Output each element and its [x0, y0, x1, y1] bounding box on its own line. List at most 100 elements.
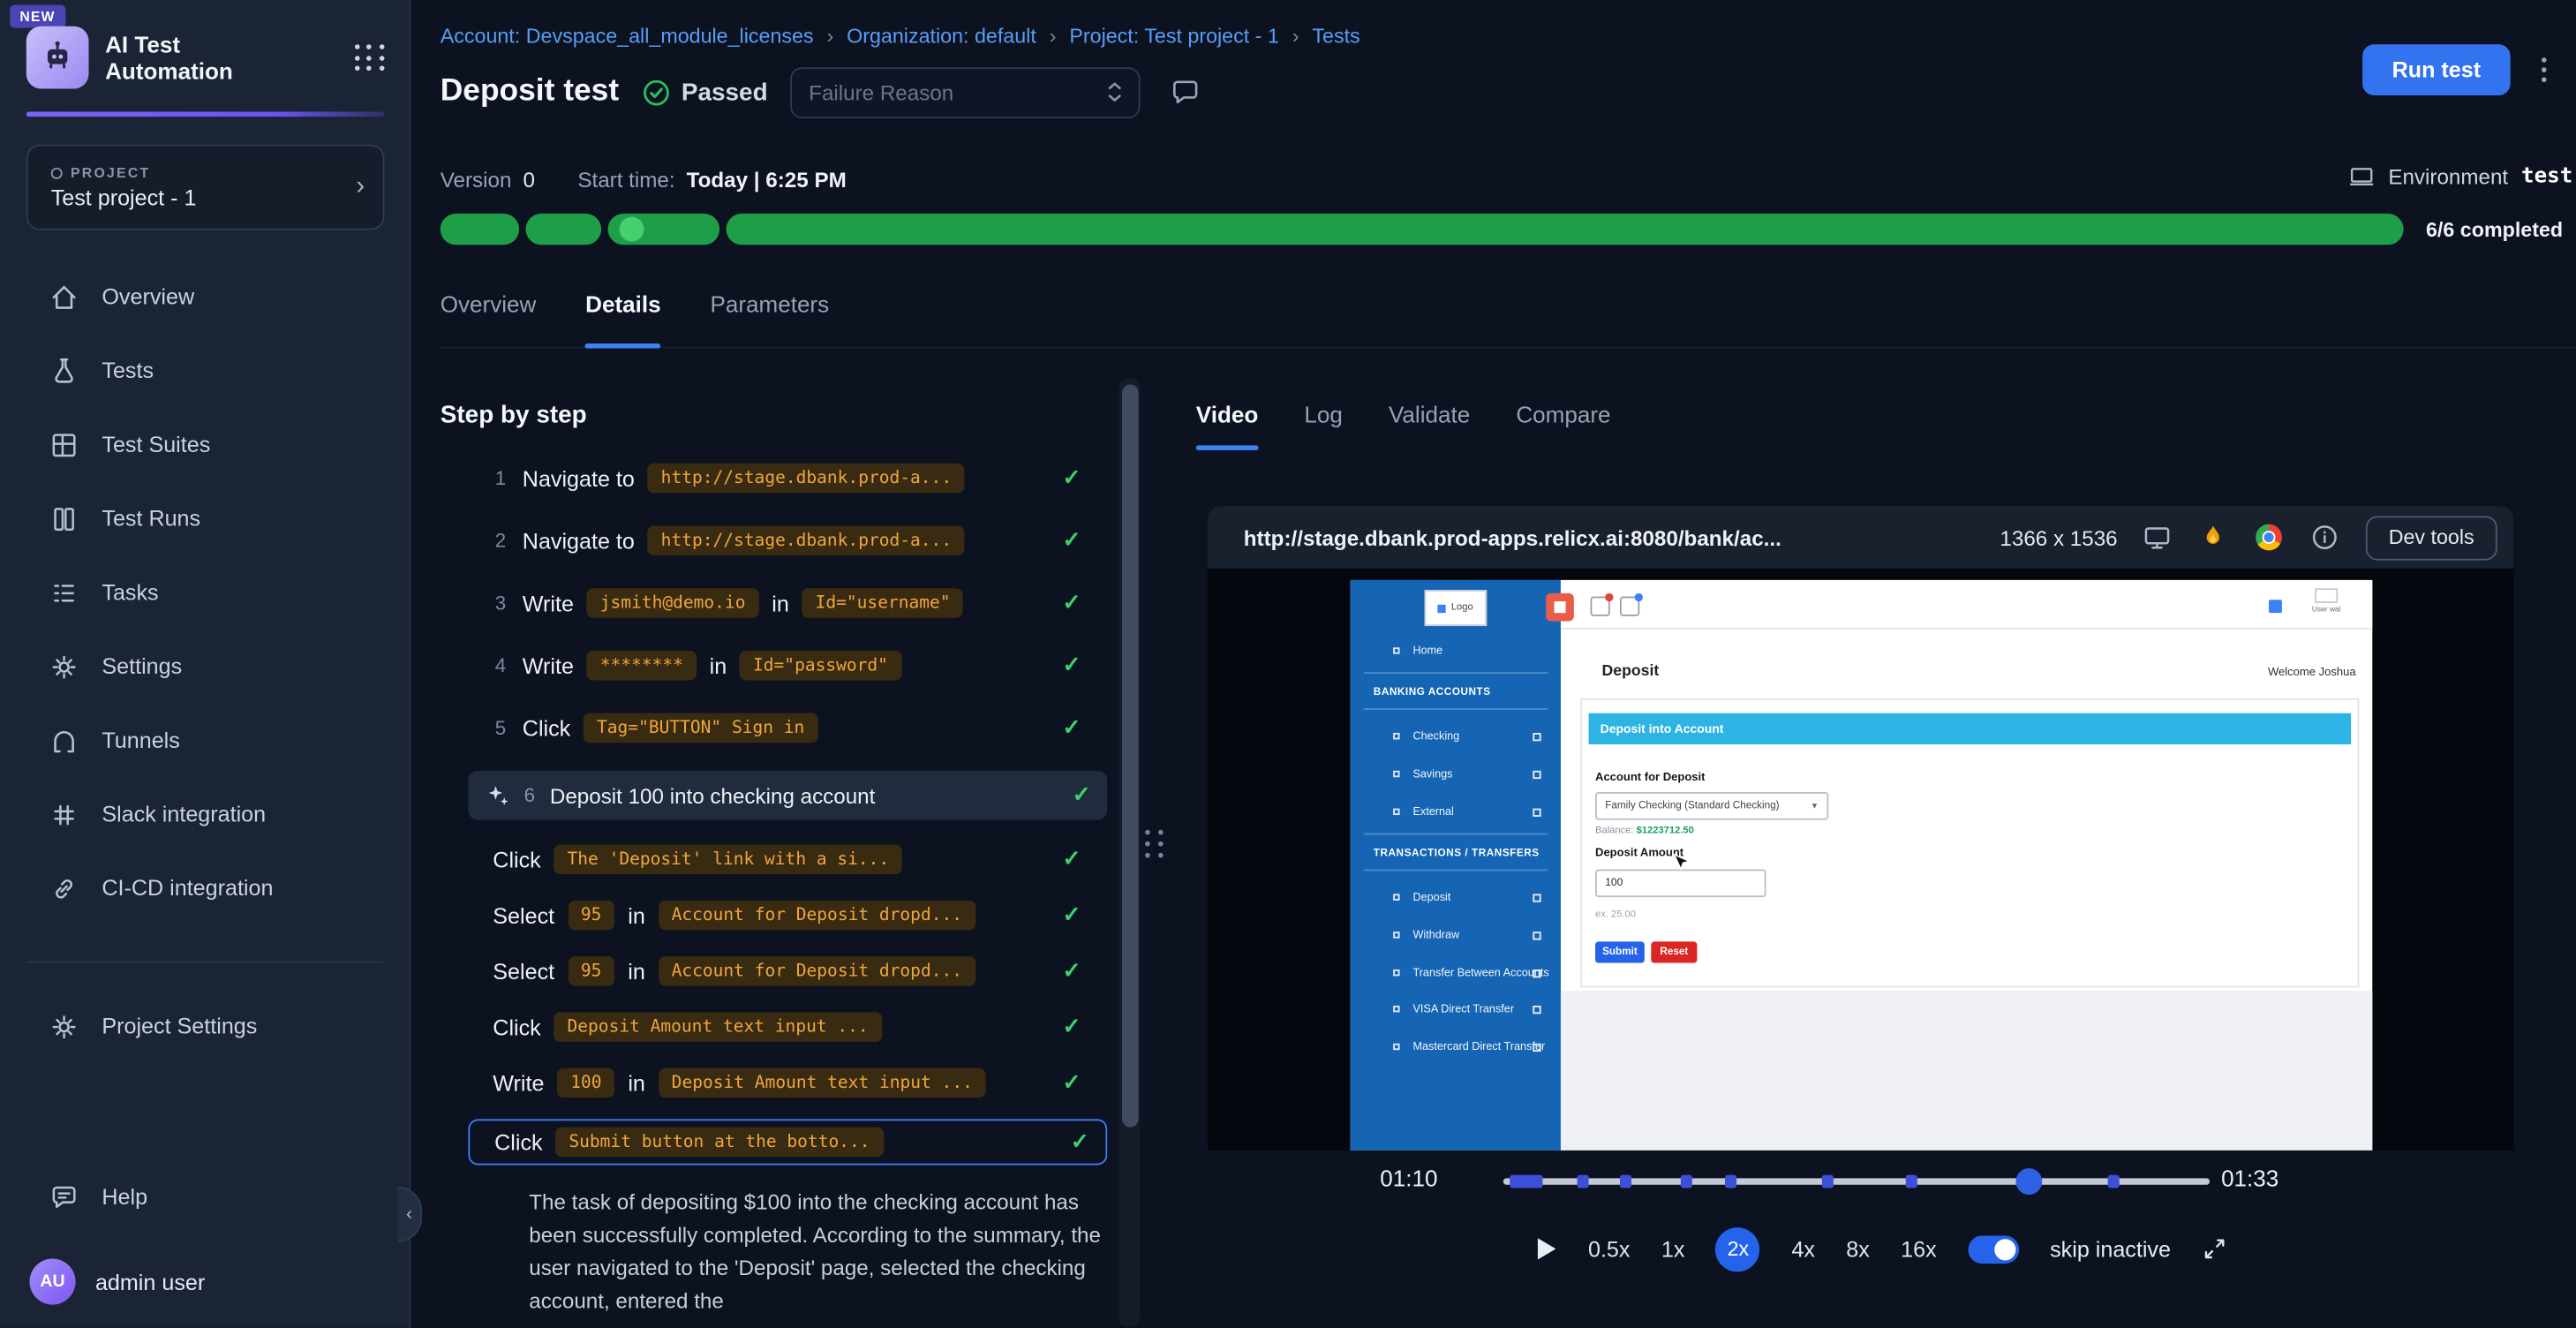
substep-row-6-selected[interactable]: Click Submit button at the botto... ✓: [468, 1119, 1107, 1165]
breadcrumb: Account: Devspace_all_module_licenses › …: [441, 25, 1360, 48]
fullscreen-icon[interactable]: [2202, 1235, 2228, 1262]
panel-resize-handle[interactable]: [1145, 830, 1164, 858]
timeline-event-marker[interactable]: [1620, 1175, 1631, 1188]
progress-indicator-dot: [620, 217, 644, 242]
more-options-icon[interactable]: [2535, 51, 2553, 89]
step-row-5[interactable]: 5 Click Tag="BUTTON" Sign in ✓: [441, 708, 1108, 748]
breadcrumb-separator: ›: [1292, 25, 1299, 48]
sidebar-item-test-suites[interactable]: Test Suites: [0, 408, 409, 482]
passed-check-icon: [642, 78, 670, 106]
breadcrumb-organization[interactable]: Organization: default: [847, 25, 1036, 48]
user-menu[interactable]: AU admin user: [29, 1249, 205, 1314]
sidebar-item-overview[interactable]: Overview: [0, 260, 409, 334]
breadcrumb-project[interactable]: Project: Test project - 1: [1069, 25, 1278, 48]
timeline-track[interactable]: [1503, 1178, 2210, 1184]
failure-reason-select[interactable]: Failure Reason: [791, 66, 1141, 117]
substep-row-4[interactable]: Click Deposit Amount text input ... ✓: [441, 1007, 1108, 1047]
deposit-card: Deposit into Account Account for Deposit…: [1580, 698, 2359, 988]
speed-4x[interactable]: 4x: [1791, 1236, 1815, 1261]
sidebar-item-cicd-integration[interactable]: CI-CD integration: [0, 851, 409, 925]
project-selector[interactable]: PROJECT Test project - 1 ›: [26, 145, 385, 230]
play-button[interactable]: [1534, 1235, 1557, 1262]
step-group-6[interactable]: 6 Deposit 100 into checking account ✓: [468, 771, 1107, 820]
speed-16x[interactable]: 16x: [1901, 1236, 1937, 1261]
timeline-playhead[interactable]: [2016, 1168, 2043, 1195]
step-success-icon: ✓: [1073, 782, 1091, 809]
brand-underline: [26, 112, 385, 117]
breadcrumb-separator: ›: [1050, 25, 1057, 48]
tab-log[interactable]: Log: [1304, 401, 1342, 449]
step-row-1[interactable]: 1 Navigate to http://stage.dbank.prod-a.…: [441, 458, 1108, 498]
user-name: admin user: [95, 1270, 205, 1294]
help-chat-icon: [49, 1182, 79, 1211]
sidebar-item-help[interactable]: Help: [0, 1160, 409, 1234]
sidebar-item-slack-integration[interactable]: Slack integration: [0, 777, 409, 851]
avatar: AU: [29, 1259, 75, 1305]
sidebar-item-project-settings[interactable]: Project Settings: [0, 989, 409, 1063]
step-target-chip: The 'Deposit' link with a si...: [554, 845, 902, 874]
breadcrumb-tests[interactable]: Tests: [1312, 25, 1360, 48]
progress-segment: [526, 214, 602, 245]
total-time: 01:33: [2221, 1165, 2278, 1191]
bank-nav-withdraw: Withdraw: [1351, 925, 1561, 945]
sidebar-item-tunnels[interactable]: Tunnels: [0, 704, 409, 778]
step-row-3[interactable]: 3 Write jsmith@demo.io in Id="username" …: [441, 584, 1108, 623]
balance-text: Balance: $1223712.50: [1595, 826, 1694, 836]
timeline-event-marker[interactable]: [1906, 1175, 1917, 1188]
version-label: Version: [441, 167, 512, 192]
account-for-deposit-label: Account for Deposit: [1595, 773, 1705, 784]
viewport-resolution: 1366 x 1536: [2000, 525, 2117, 550]
mouse-cursor-icon: [1672, 853, 1689, 872]
app-root: NEW AI Test Automation PROJECT Test proj…: [0, 0, 2576, 1328]
timeline-event-marker[interactable]: [1821, 1175, 1833, 1188]
speed-2x-active[interactable]: 2x: [1716, 1226, 1760, 1271]
tab-validate[interactable]: Validate: [1389, 401, 1470, 449]
comment-button[interactable]: [1164, 71, 1206, 113]
timeline-event-marker[interactable]: [1578, 1175, 1589, 1188]
record-stop-icon: [1546, 593, 1574, 622]
timeline-event-marker[interactable]: [1680, 1175, 1691, 1188]
speed-1x[interactable]: 1x: [1661, 1236, 1685, 1261]
substep-row-3[interactable]: Select 95 in Account for Deposit dropd..…: [441, 952, 1108, 992]
steps-scrollbar[interactable]: [1119, 378, 1140, 1328]
substep-row-1[interactable]: Click The 'Deposit' link with a si... ✓: [441, 840, 1108, 879]
substep-row-2[interactable]: Select 95 in Account for Deposit dropd..…: [441, 895, 1108, 935]
sidebar-item-settings[interactable]: Settings: [0, 630, 409, 704]
skip-inactive-toggle[interactable]: [1968, 1235, 2019, 1264]
run-test-button[interactable]: Run test: [2362, 44, 2510, 95]
tab-parameters[interactable]: Parameters: [710, 290, 829, 346]
sidebar-item-test-runs[interactable]: Test Runs: [0, 481, 409, 555]
video-frame[interactable]: Logo Home BANKING ACCOUNTS Checking Savi…: [1208, 569, 2513, 1151]
speed-0-5x[interactable]: 0.5x: [1588, 1236, 1631, 1261]
tab-video[interactable]: Video: [1196, 401, 1258, 449]
bank-welcome-text: Welcome Joshua: [2268, 668, 2356, 679]
sidebar-project-settings-wrap: Project Settings: [0, 989, 409, 1063]
breadcrumb-account[interactable]: Account: Devspace_all_module_licenses: [441, 25, 814, 48]
step-row-2[interactable]: 2 Navigate to http://stage.dbank.prod-a.…: [441, 521, 1108, 561]
scrollbar-thumb[interactable]: [1121, 384, 1138, 1127]
step-value-chip: 95: [568, 901, 614, 930]
grid-icon: [49, 430, 79, 459]
apps-grid-icon[interactable]: [353, 42, 386, 74]
sidebar-item-tests[interactable]: Tests: [0, 334, 409, 408]
tab-compare[interactable]: Compare: [1516, 401, 1610, 449]
sidebar-item-tasks[interactable]: Tasks: [0, 555, 409, 630]
tab-details[interactable]: Details: [585, 290, 660, 346]
timeline-event-marker[interactable]: [1726, 1175, 1737, 1188]
step-success-icon: ✓: [1062, 653, 1081, 679]
tab-overview[interactable]: Overview: [441, 290, 537, 346]
speed-8x[interactable]: 8x: [1846, 1236, 1870, 1261]
app-title: AI Test Automation: [105, 31, 336, 84]
timeline-event-marker[interactable]: [1510, 1175, 1543, 1188]
dev-tools-button[interactable]: Dev tools: [2366, 515, 2497, 559]
project-label: PROJECT: [51, 164, 360, 181]
playback-controls: 0.5x 1x 2x 4x 8x 16x skip inactive: [1186, 1223, 2576, 1276]
substep-row-5[interactable]: Write 100 in Deposit Amount text input .…: [441, 1063, 1108, 1103]
step-row-4[interactable]: 4 Write ******** in Id="password" ✓: [441, 645, 1108, 685]
timeline-event-marker[interactable]: [2107, 1175, 2119, 1188]
bank-nav-transfer: Transfer Between Accounts: [1351, 963, 1561, 983]
step-value-chip: 100: [557, 1068, 614, 1098]
session-url: http://stage.dbank.prod-apps.relicx.ai:8…: [1244, 525, 1976, 550]
title-row: Deposit test Passed Failure Reason: [441, 64, 1207, 120]
info-icon[interactable]: [2309, 522, 2340, 553]
